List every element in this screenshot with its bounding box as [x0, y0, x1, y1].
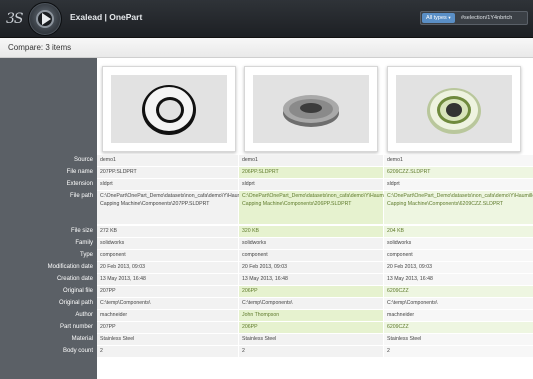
cell-item-3: 6209CZZ	[384, 286, 533, 297]
row-original-file: Original file 207PP 206PP 6209CZZ	[0, 286, 533, 297]
row-label: Source	[73, 157, 93, 163]
cell-item-3: 20 Feb 2013, 09:03	[384, 262, 533, 273]
bearing-ring-grey-icon	[253, 75, 369, 143]
cell-item-3: 13 May 2013, 16:48	[384, 274, 533, 285]
cell-item-3: solidworks	[384, 238, 533, 249]
cell-item-1: sldprt	[97, 179, 239, 190]
item-thumbnail-3[interactable]	[387, 66, 521, 152]
cell-item-1: 207PP	[97, 322, 239, 333]
row-label: Body count	[62, 348, 93, 354]
row-type: Type component component component	[0, 250, 533, 261]
cell-item-2: 206PP	[239, 286, 384, 297]
row-material: Material Stainless Steel Stainless Steel…	[0, 334, 533, 345]
cell-item-2: 206PP.SLDPRT	[239, 167, 384, 178]
cell-item-2: 13 May 2013, 16:48	[239, 274, 384, 285]
cell-item-1: demo1	[97, 155, 239, 166]
cell-item-3: 6209CZZ	[384, 322, 533, 333]
search-bar: All types ▾	[420, 11, 528, 25]
row-label: Part number	[59, 324, 93, 330]
row-label: Original path	[58, 300, 93, 306]
cell-item-2: 206PP	[239, 322, 384, 333]
cell-item-1: 2	[97, 346, 239, 357]
top-bar: 3S Exalead | OnePart All types ▾	[0, 0, 533, 38]
row-extension: Extension sldprt sldprt sldprt	[0, 179, 533, 190]
type-filter-dropdown[interactable]: All types ▾	[422, 13, 455, 23]
cell-item-2: John Thompson	[239, 310, 384, 321]
row-label: Author	[75, 312, 93, 318]
row-label: Type	[79, 252, 93, 258]
cell-item-1: 13 May 2013, 16:48	[97, 274, 239, 285]
cell-item-1: component	[97, 250, 239, 261]
search-input[interactable]	[461, 13, 527, 23]
cell-item-3: 204 KB	[384, 226, 533, 237]
cell-item-2: component	[239, 250, 384, 261]
cell-item-2: Stainless Steel	[239, 334, 384, 345]
cell-item-2: 20 Feb 2013, 09:03	[239, 262, 384, 273]
bearing-ring-green-icon	[396, 75, 512, 143]
row-file-name: File name 207PP.SLDPRT 206PP.SLDPRT 6209…	[0, 167, 533, 178]
type-filter-label: All types	[426, 15, 447, 21]
cell-item-1: C:\OnePart\OnePart_Demo\datasets\non_caf…	[97, 191, 250, 224]
row-label: File size	[70, 228, 93, 234]
cell-item-2: demo1	[239, 155, 384, 166]
item-thumbnail-2[interactable]	[244, 66, 378, 152]
cell-item-2: C:\temp\Components\	[239, 298, 384, 309]
row-label: Modification date	[47, 264, 93, 270]
row-body-count: Body count 2 2 2	[0, 346, 533, 357]
row-original-path: Original path C:\temp\Components\ C:\tem…	[0, 298, 533, 309]
cell-item-2: 320 KB	[239, 226, 384, 237]
compare-title: Compare: 3 items	[8, 43, 72, 52]
cell-item-3: C:\temp\Components\	[384, 298, 533, 309]
cell-item-1: 207PP	[97, 286, 239, 297]
cell-item-1: machneider	[97, 310, 239, 321]
compass-play-icon[interactable]	[28, 2, 62, 36]
chevron-down-icon: ▾	[448, 15, 451, 20]
row-label: Family	[75, 240, 93, 246]
cell-item-3: 6209CZZ.SLDPRT	[384, 167, 533, 178]
row-label: File path	[69, 193, 93, 199]
row-label: Extension	[66, 181, 93, 187]
cell-item-1: Stainless Steel	[97, 334, 239, 345]
compare-header: Compare: 3 items	[0, 38, 533, 58]
app-title: Exalead | OnePart	[70, 12, 143, 22]
bearing-ring-white-icon	[111, 75, 227, 143]
row-label: File name	[66, 169, 93, 175]
cell-item-1: solidworks	[97, 238, 239, 249]
row-label: Material	[71, 336, 93, 342]
row-label: Creation date	[56, 276, 93, 282]
cell-item-1: 272 KB	[97, 226, 239, 237]
cell-item-3: sldprt	[384, 179, 533, 190]
item-thumbnail-1[interactable]	[102, 66, 236, 152]
cell-item-3: component	[384, 250, 533, 261]
cell-item-3: C:\OnePart\OnePart_Demo\datasets\non_caf…	[384, 191, 533, 224]
row-file-size: File size 272 KB 320 KB 204 KB	[0, 226, 533, 237]
cell-item-3: 2	[384, 346, 533, 357]
row-creation-date: Creation date 13 May 2013, 16:48 13 May …	[0, 274, 533, 285]
row-modification-date: Modification date 20 Feb 2013, 09:03 20 …	[0, 262, 533, 273]
row-file-path: File path C:\OnePart\OnePart_Demo\datase…	[0, 191, 533, 224]
row-family: Family solidworks solidworks solidworks	[0, 238, 533, 249]
cell-item-2: 2	[239, 346, 384, 357]
row-source: Source demo1 demo1 demo1	[0, 155, 533, 166]
cell-item-1: C:\temp\Components\	[97, 298, 239, 309]
cell-item-3: machneider	[384, 310, 533, 321]
cell-item-3: demo1	[384, 155, 533, 166]
cell-item-3: Stainless Steel	[384, 334, 533, 345]
row-part-number: Part number 207PP 206PP 6209CZZ	[0, 322, 533, 333]
cell-item-2: solidworks	[239, 238, 384, 249]
cell-item-2: C:\OnePart\OnePart_Demo\datasets\non_caf…	[239, 191, 392, 224]
cell-item-1: 207PP.SLDPRT	[97, 167, 239, 178]
row-label: Original file	[62, 288, 93, 294]
cell-item-1: 20 Feb 2013, 09:03	[97, 262, 239, 273]
row-author: Author machneider John Thompson machneid…	[0, 310, 533, 321]
cell-item-2: sldprt	[239, 179, 384, 190]
ds-logo: 3S	[6, 11, 24, 27]
